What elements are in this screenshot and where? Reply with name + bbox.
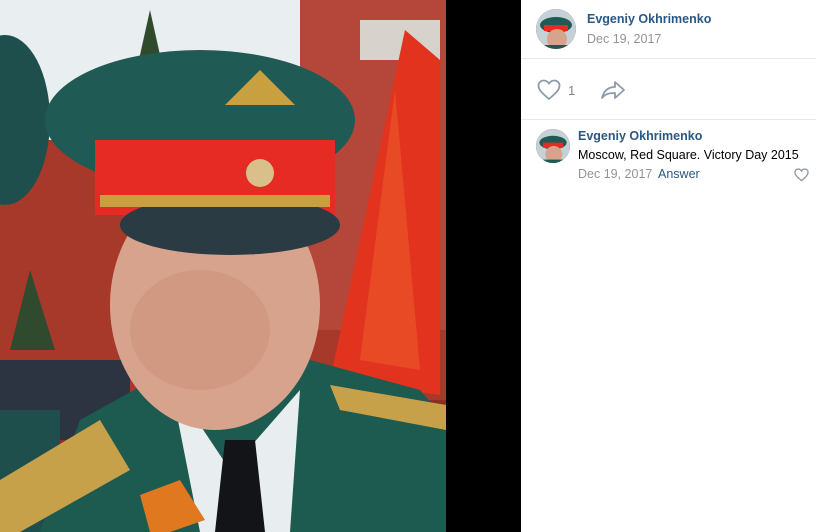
post-actions: 1 [521, 59, 816, 120]
post-header: Evgeniy Okhrimenko Dec 19, 2017 [521, 0, 816, 59]
commenter-avatar[interactable] [536, 129, 570, 163]
heart-icon [794, 168, 809, 182]
post-info-panel: Evgeniy Okhrimenko Dec 19, 2017 1 Evgeni… [521, 0, 816, 532]
post-author-name[interactable]: Evgeniy Okhrimenko [587, 12, 711, 26]
like-button[interactable]: 1 [537, 79, 587, 101]
like-count: 1 [568, 82, 576, 98]
comment-date[interactable]: Dec 19, 2017 [578, 167, 652, 181]
post-photo[interactable] [0, 0, 446, 532]
comment-item: Evgeniy Okhrimenko Moscow, Red Square. V… [521, 120, 816, 190]
author-avatar[interactable] [536, 9, 576, 49]
post-date[interactable]: Dec 19, 2017 [587, 32, 661, 46]
heart-icon [537, 79, 561, 101]
photo-letterbox [446, 0, 521, 532]
comment-text: Moscow, Red Square. Victory Day 2015 [578, 148, 799, 162]
share-button[interactable] [600, 79, 626, 101]
answer-link[interactable]: Answer [658, 167, 700, 181]
share-arrow-icon [601, 81, 625, 99]
comment-author-name[interactable]: Evgeniy Okhrimenko [578, 129, 702, 143]
photo-image [0, 0, 446, 532]
comment-like-button[interactable] [794, 168, 809, 182]
